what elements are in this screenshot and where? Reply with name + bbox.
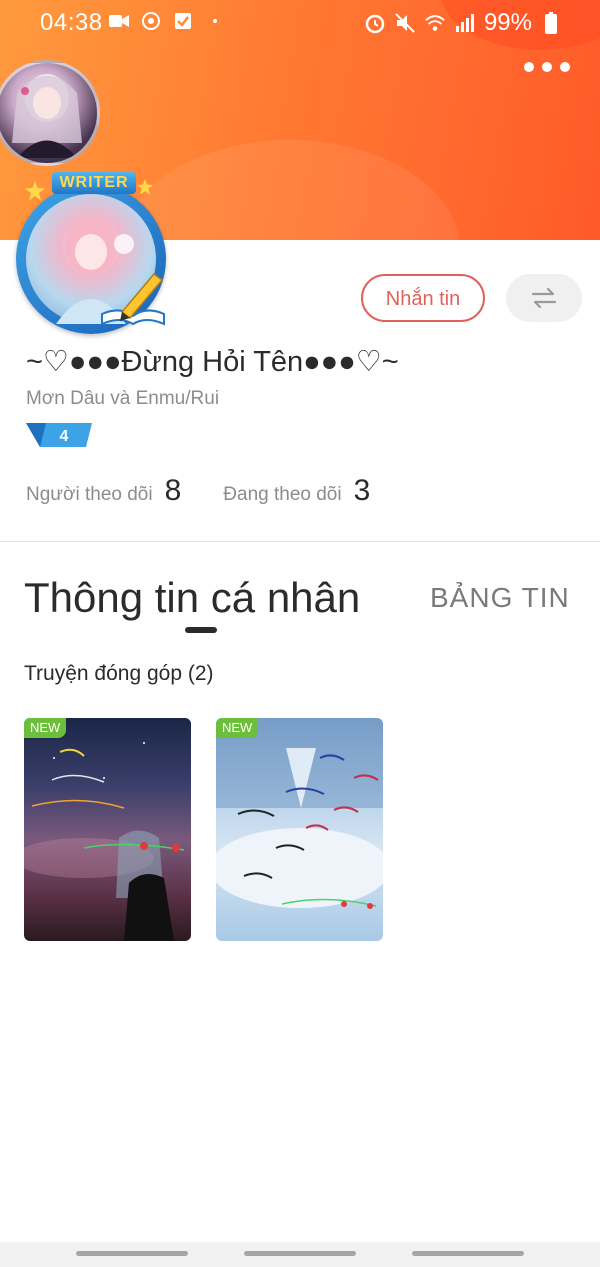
story-cover[interactable]: NEW — [216, 718, 383, 941]
alarm-icon — [364, 12, 386, 34]
system-navigation-bar — [0, 1242, 600, 1267]
user-name: ~♡●●●Đừng Hỏi Tên●●●♡~ — [26, 346, 399, 378]
follow-stats: Người theo dõi 8 Đang theo dõi 3 — [26, 474, 370, 508]
user-bio: Mơn Dâu và Enmu/Rui — [26, 388, 220, 409]
wifi-icon — [424, 12, 446, 34]
pen-book-icon — [101, 272, 165, 326]
writer-badge: WRITER — [52, 172, 136, 194]
contributed-stories-title: Truyện đóng góp (2) — [24, 662, 214, 685]
level-value: 4 — [60, 428, 69, 445]
dot-icon — [204, 10, 226, 32]
check-icon — [172, 10, 194, 32]
sync-icon — [140, 10, 162, 32]
status-right-icons: 99% — [364, 9, 562, 37]
nav-home-button[interactable] — [244, 1251, 356, 1256]
tab-personal-info[interactable]: Thông tin cá nhân — [24, 574, 360, 622]
following-count[interactable]: 3 — [354, 474, 371, 508]
cover-art — [24, 742, 185, 941]
swap-button[interactable] — [506, 274, 582, 322]
battery-percent: 99% — [483, 9, 532, 36]
swap-icon — [531, 287, 557, 309]
following-label[interactable]: Đang theo dõi — [223, 484, 341, 506]
active-tab-indicator — [185, 627, 217, 633]
level-badge: 4 — [26, 422, 92, 448]
signal-icon — [454, 12, 476, 34]
new-badge: NEW — [216, 718, 259, 738]
new-badge: NEW — [24, 718, 67, 738]
nav-recent-button[interactable] — [76, 1251, 188, 1256]
nav-back-button[interactable] — [412, 1251, 524, 1256]
battery-icon — [540, 12, 562, 34]
mute-icon — [394, 12, 416, 34]
star-icon — [136, 178, 154, 195]
status-bar: 04:38 99% — [0, 0, 600, 46]
more-options-button[interactable] — [524, 62, 570, 72]
divider — [0, 541, 600, 542]
status-time: 04:38 — [40, 9, 103, 36]
video-icon — [108, 10, 130, 32]
message-button[interactable]: Nhắn tin — [361, 274, 485, 322]
star-icon — [25, 181, 45, 201]
cover-art — [216, 718, 383, 909]
tab-feed[interactable]: BẢNG TIN — [430, 582, 570, 614]
more-dots-icon — [524, 62, 534, 72]
status-left-icons — [108, 10, 226, 32]
profile-avatar[interactable]: WRITER — [4, 170, 184, 340]
followers-label[interactable]: Người theo dõi — [26, 484, 153, 506]
story-cover[interactable]: NEW — [24, 718, 191, 941]
followers-count[interactable]: 8 — [165, 474, 182, 508]
